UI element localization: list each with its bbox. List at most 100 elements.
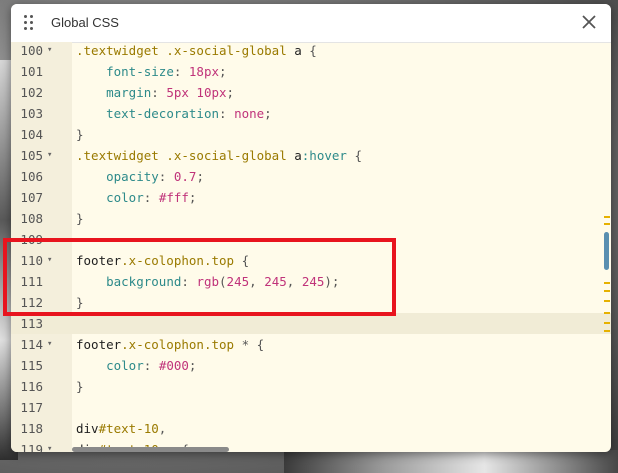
code-token: #000 [158,358,189,373]
code-line[interactable]: 113 [11,313,611,334]
annotation-highlight-box [3,238,396,316]
modal-title: Global CSS [51,15,119,30]
code-token: } [76,211,84,226]
horizontal-scrollbar-thumb[interactable] [72,447,229,452]
code-token: : [151,85,167,100]
line-number: 104 [20,127,43,142]
code-token: 18px [188,64,220,79]
line-number: 116 [20,379,43,394]
vertical-scrollbar-thumb[interactable] [604,232,609,270]
code-token: margin [106,85,152,100]
code-token: none [234,106,265,121]
global-css-modal: Global CSS 100 ▾ .textwidget .x-social-glo… [11,4,611,452]
code-text: } [76,124,84,145]
code-token: : [143,190,159,205]
line-number: 101 [20,64,43,79]
code-line[interactable]: 100 ▾ .textwidget .x-social-global a { [11,42,611,61]
line-number: 115 [20,358,43,373]
code-token: ; [188,358,197,373]
code-text: text-decoration: none; [76,103,272,124]
fold-arrow-icon[interactable]: ▾ [47,145,52,166]
code-line[interactable]: 118 div#text-10, [11,418,611,439]
code-token: #fff [158,190,189,205]
code-text: footer.x-colophon.top * { [76,334,264,355]
code-text: color: #000; [76,355,196,376]
drag-handle-icon[interactable] [24,15,36,31]
background-photo-bottom-edge [284,450,618,473]
fold-arrow-icon[interactable]: ▾ [47,334,52,355]
code-line[interactable]: 117 [11,397,611,418]
code-token: :hover [301,148,347,163]
code-token: .textwidget .x-social-global [76,43,295,58]
line-number: 113 [20,316,43,331]
code-token: div [76,421,99,436]
line-number: 119 [20,442,43,452]
fold-arrow-icon[interactable]: ▾ [47,42,52,61]
code-token: footer [76,337,122,352]
code-token: text-decoration [106,106,219,121]
code-line[interactable]: 101 font-size: 18px; [11,61,611,82]
code-line[interactable]: 115 color: #000; [11,355,611,376]
line-number: 100 [20,43,43,58]
code-token: #text-10 [98,421,159,436]
code-token: ; [219,64,227,79]
code-token: color [106,358,144,373]
code-token: ; [188,190,197,205]
code-token: .x-colophon.top [121,337,235,352]
code-token: : [143,358,159,373]
code-line[interactable]: 114 ▾ footer.x-colophon.top * { [11,334,611,355]
line-number: 105 [20,148,43,163]
scrollbar-marker [604,282,610,284]
code-text: font-size: 18px; [76,61,227,82]
code-line[interactable]: 106 opacity: 0.7; [11,166,611,187]
code-token: 0.7 [173,169,197,184]
line-number: 106 [20,169,43,184]
code-token: * { [234,337,265,352]
code-text: margin: 5px 10px; [76,82,234,103]
code-token: { [346,148,362,163]
line-number: 107 [20,190,43,205]
code-token: : [158,169,174,184]
scrollbar-marker [604,312,610,314]
scrollbar-marker [604,216,610,218]
code-text: } [76,208,84,229]
close-icon[interactable] [579,12,599,32]
scrollbar-marker [604,300,610,302]
code-text: color: #fff; [76,187,196,208]
code-token: , [158,421,167,436]
code-line[interactable]: 105 ▾ .textwidget .x-social-global a:hover… [11,145,611,166]
code-token: .textwidget .x-social-global [76,148,295,163]
modal-titlebar: Global CSS [11,4,611,43]
line-number: 102 [20,85,43,100]
fold-arrow-icon[interactable]: ▾ [47,439,52,452]
code-line[interactable]: 116} [11,376,611,397]
code-token: ; [226,85,235,100]
line-number: 117 [20,400,43,415]
code-token: 5px 10px [166,85,227,100]
code-text: .textwidget .x-social-global a { [76,42,317,61]
line-number: 103 [20,106,43,121]
scrollbar-marker [604,223,610,225]
code-line[interactable]: 108} [11,208,611,229]
code-token: : [219,106,235,121]
code-text: opacity: 0.7; [76,166,204,187]
code-token: ; [196,169,204,184]
code-line[interactable]: 102 margin: 5px 10px; [11,82,611,103]
code-text: div#text-10, [76,418,166,439]
code-token: } [76,127,84,142]
code-token: font-size [106,64,174,79]
code-line[interactable]: 107 color: #fff; [11,187,611,208]
line-number: 108 [20,211,43,226]
code-text: .textwidget .x-social-global a:hover { [76,145,362,166]
code-line[interactable]: 103 text-decoration: none; [11,103,611,124]
code-token: color [106,190,144,205]
code-text: } [76,376,84,397]
code-line[interactable]: 104} [11,124,611,145]
code-token: a [294,148,302,163]
